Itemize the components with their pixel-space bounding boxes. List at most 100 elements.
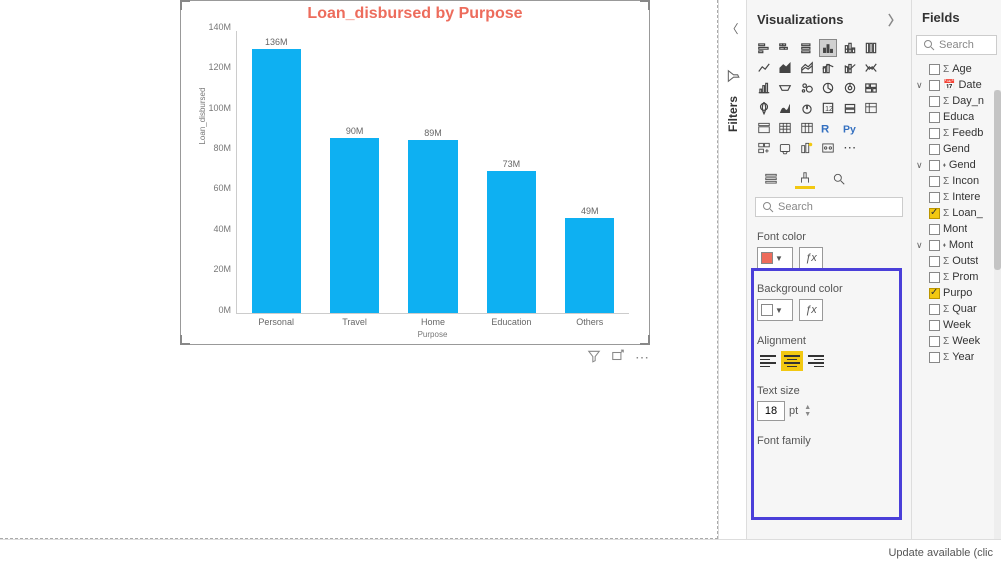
expand-icon[interactable]: ∨	[916, 80, 926, 91]
viz-type-29[interactable]	[776, 119, 794, 137]
field-week[interactable]: ΣWeek	[916, 333, 1001, 349]
field-year[interactable]: ΣYear	[916, 349, 1001, 365]
field-checkbox[interactable]	[929, 352, 940, 363]
fields-search-input[interactable]: Search	[916, 35, 997, 55]
viz-type-18[interactable]	[841, 79, 859, 97]
format-tab-icon[interactable]	[795, 169, 815, 189]
field-checkbox[interactable]	[929, 272, 940, 283]
fields-tab-icon[interactable]	[761, 169, 781, 189]
viz-type-10[interactable]	[819, 59, 837, 77]
field-week[interactable]: Week	[916, 317, 1001, 333]
field-date[interactable]: ∨📅Date	[916, 77, 1001, 93]
viz-type-2[interactable]	[798, 39, 816, 57]
filter-icon[interactable]	[587, 349, 601, 366]
viz-type-0[interactable]	[755, 39, 773, 57]
bar-others[interactable]: 49MOthers	[554, 31, 625, 313]
report-canvas[interactable]: Loan_disbursed by Purpose Loan_disbursed…	[0, 0, 718, 539]
viz-type-7[interactable]	[755, 59, 773, 77]
field-checkbox[interactable]	[929, 336, 940, 347]
viz-type-36[interactable]	[776, 139, 794, 157]
viz-type-26[interactable]	[862, 99, 880, 117]
field-checkbox[interactable]	[929, 320, 940, 331]
viz-type-4[interactable]	[841, 39, 859, 57]
viz-type-8[interactable]	[776, 59, 794, 77]
viz-type-15[interactable]	[776, 79, 794, 97]
bar[interactable]	[487, 171, 536, 313]
field-checkbox[interactable]	[929, 288, 940, 299]
filters-expand-button[interactable]: 〈	[726, 20, 738, 37]
bar[interactable]	[408, 140, 457, 313]
viz-type-1[interactable]	[776, 39, 794, 57]
field-quar[interactable]: ΣQuar	[916, 301, 1001, 317]
field-checkbox[interactable]	[929, 128, 940, 139]
bar-education[interactable]: 73MEducation	[476, 31, 547, 313]
text-size-input[interactable]	[757, 401, 785, 421]
viz-type-19[interactable]	[862, 79, 880, 97]
viz-type-21[interactable]	[755, 99, 773, 117]
field-checkbox[interactable]	[929, 208, 940, 219]
text-size-up[interactable]: ▲	[804, 404, 811, 411]
viz-type-5[interactable]	[862, 39, 880, 57]
viz-type-11[interactable]	[841, 59, 859, 77]
fields-scrollbar[interactable]	[994, 90, 1001, 539]
field-incon[interactable]: ΣIncon	[916, 173, 1001, 189]
viz-type-31[interactable]: R	[819, 119, 837, 137]
field-checkbox[interactable]	[929, 160, 940, 171]
bar[interactable]	[330, 138, 379, 313]
format-search-input[interactable]: Search	[755, 197, 903, 217]
viz-type-23[interactable]	[798, 99, 816, 117]
field-intere[interactable]: ΣIntere	[916, 189, 1001, 205]
field-purpo[interactable]: Purpo	[916, 285, 1001, 301]
bg-color-picker[interactable]: ▼	[757, 299, 793, 321]
text-size-down[interactable]: ▼	[804, 411, 811, 418]
field-age[interactable]: ΣAge	[916, 61, 1001, 77]
field-educa[interactable]: Educa	[916, 109, 1001, 125]
viz-type-38[interactable]	[819, 139, 837, 157]
viz-type-35[interactable]	[755, 139, 773, 157]
expand-icon[interactable]: ∨	[916, 240, 926, 251]
field-loan_[interactable]: ΣLoan_	[916, 205, 1001, 221]
bg-color-fx-button[interactable]: ƒx	[799, 299, 823, 321]
viz-pane-collapse-button[interactable]: 〉	[888, 10, 901, 29]
field-checkbox[interactable]	[929, 240, 940, 251]
align-center-button[interactable]	[781, 351, 803, 371]
viz-type-25[interactable]	[841, 99, 859, 117]
bar-home[interactable]: 89MHome	[398, 31, 469, 313]
viz-type-28[interactable]	[755, 119, 773, 137]
field-mont[interactable]: ∨⬪Mont	[916, 237, 1001, 253]
field-checkbox[interactable]	[929, 96, 940, 107]
viz-type-32[interactable]: Py	[841, 119, 859, 137]
viz-type-30[interactable]	[798, 119, 816, 137]
field-feedb[interactable]: ΣFeedb	[916, 125, 1001, 141]
resize-handle-tl[interactable]	[180, 0, 190, 10]
align-left-button[interactable]	[757, 351, 779, 371]
focus-mode-icon[interactable]	[611, 349, 625, 366]
viz-type-22[interactable]	[776, 99, 794, 117]
resize-handle-bl[interactable]	[180, 335, 190, 345]
viz-type-12[interactable]	[862, 59, 880, 77]
more-options-icon[interactable]: ⋯	[635, 349, 649, 366]
field-checkbox[interactable]	[929, 112, 940, 123]
viz-type-14[interactable]	[755, 79, 773, 97]
field-checkbox[interactable]	[929, 256, 940, 267]
viz-type-39[interactable]: ⋯	[841, 139, 859, 157]
field-checkbox[interactable]	[929, 144, 940, 155]
viz-type-17[interactable]	[819, 79, 837, 97]
field-checkbox[interactable]	[929, 80, 940, 91]
viz-type-16[interactable]	[798, 79, 816, 97]
viz-type-9[interactable]	[798, 59, 816, 77]
viz-type-37[interactable]	[798, 139, 816, 157]
viz-type-24[interactable]: 12	[819, 99, 837, 117]
bar[interactable]	[565, 218, 614, 313]
font-color-picker[interactable]: ▼	[757, 247, 793, 269]
field-checkbox[interactable]	[929, 304, 940, 315]
chart-visual-container[interactable]: Loan_disbursed by Purpose Loan_disbursed…	[180, 0, 650, 345]
field-day_n[interactable]: ΣDay_n	[916, 93, 1001, 109]
analytics-tab-icon[interactable]	[829, 169, 849, 189]
bar-personal[interactable]: 136MPersonal	[241, 31, 312, 313]
bar-travel[interactable]: 90MTravel	[319, 31, 390, 313]
field-mont[interactable]: Mont	[916, 221, 1001, 237]
viz-type-3[interactable]	[819, 39, 837, 57]
field-gend[interactable]: Gend	[916, 141, 1001, 157]
field-checkbox[interactable]	[929, 176, 940, 187]
